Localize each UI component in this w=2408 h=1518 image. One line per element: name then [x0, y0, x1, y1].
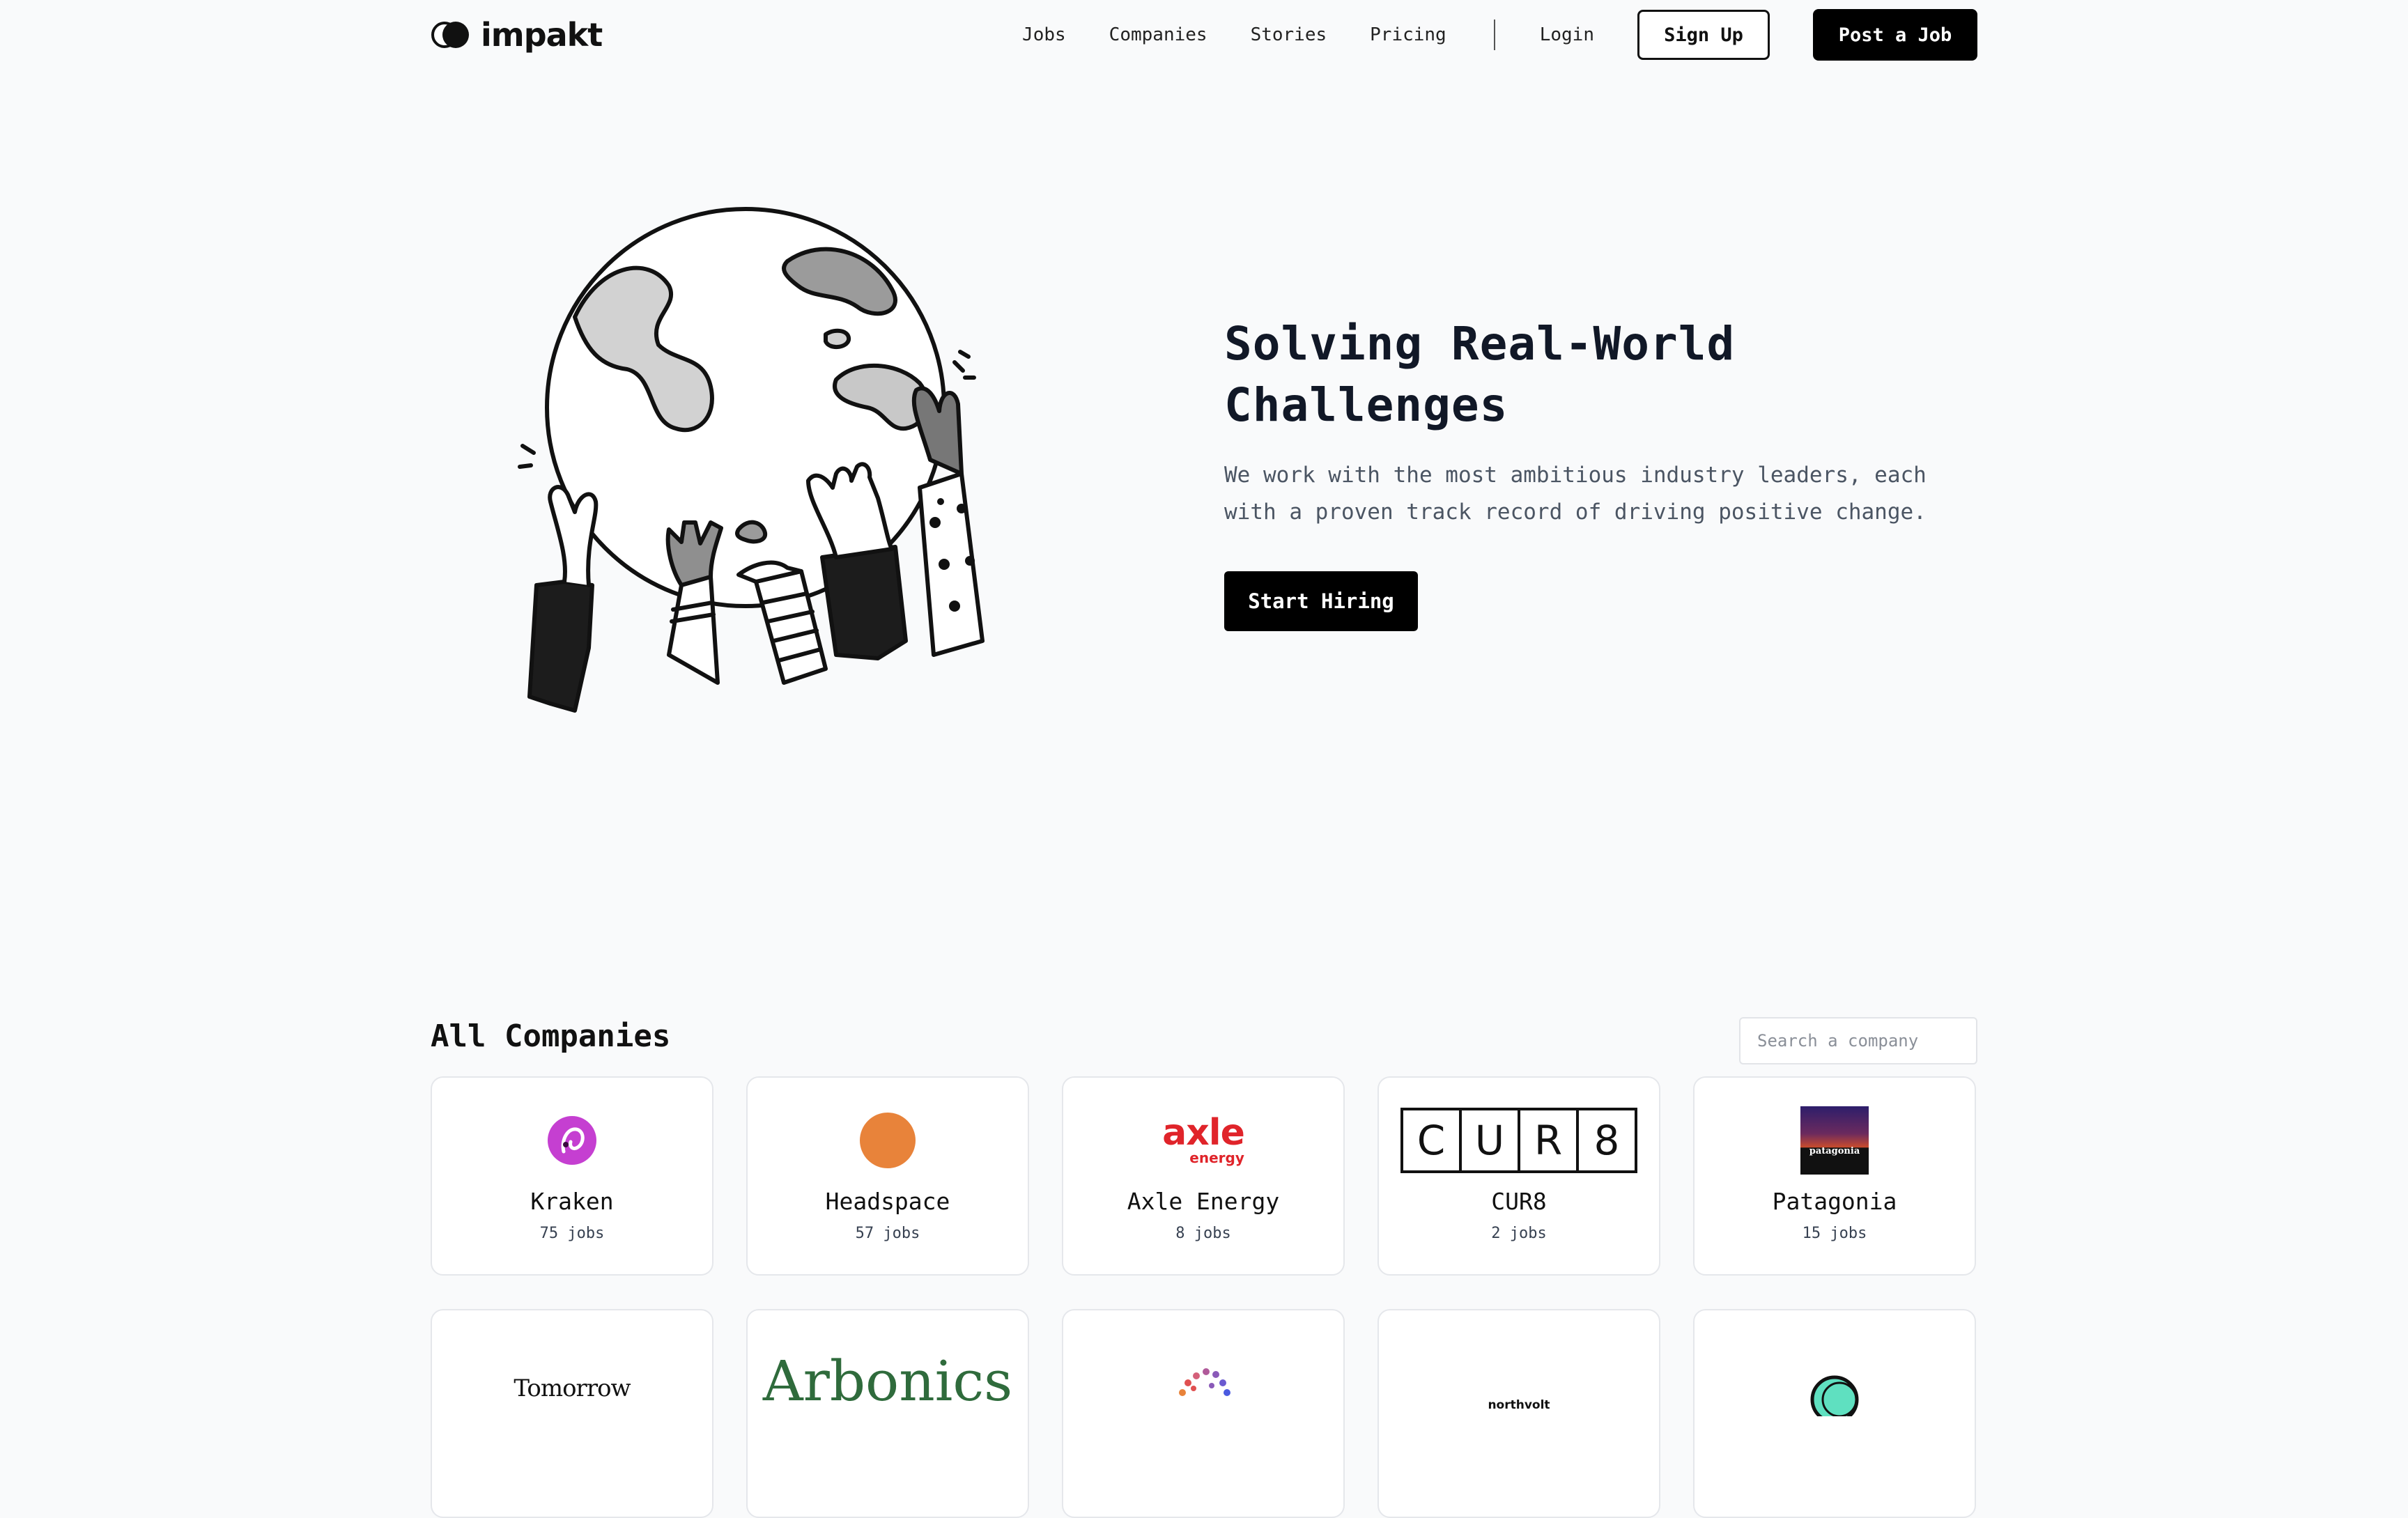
company-job-count: 15 jobs — [1802, 1225, 1867, 1242]
northvolt-logo: northvolt — [1488, 1340, 1550, 1412]
nav-jobs[interactable]: Jobs — [1022, 24, 1066, 45]
patagonia-logo-text: patagonia — [1809, 1146, 1860, 1156]
hero-section: Solving Real-World Challenges We work wi… — [1224, 313, 1949, 631]
nav-pricing[interactable]: Pricing — [1370, 24, 1446, 45]
company-name: Headspace — [825, 1188, 950, 1215]
tomorrow-logo: Tomorrow — [514, 1340, 631, 1402]
hero-globe-illustration — [518, 207, 985, 713]
company-name: Axle Energy — [1127, 1188, 1280, 1215]
company-name: CUR8 — [1491, 1188, 1547, 1215]
dots-logo — [1168, 1340, 1238, 1407]
brand-logo[interactable]: impakt — [431, 16, 603, 54]
post-job-button[interactable]: Post a Job — [1813, 9, 1977, 61]
cur8-logo: C U R 8 — [1400, 1107, 1637, 1174]
company-card-patagonia[interactable]: patagonia Patagonia 15 jobs — [1693, 1076, 1976, 1276]
patagonia-logo-badge: patagonia — [1800, 1106, 1869, 1175]
company-card-unknown-ring[interactable] — [1693, 1309, 1976, 1518]
company-name: Patagonia — [1772, 1188, 1897, 1215]
axle-logo-sub: energy — [1189, 1149, 1244, 1166]
all-companies-heading: All Companies — [431, 1019, 671, 1054]
arbonics-logo-text: Arbonics — [762, 1349, 1013, 1414]
cur8-letter: 8 — [1593, 1117, 1620, 1164]
company-name: Kraken — [530, 1188, 614, 1215]
northvolt-logo-text: northvolt — [1488, 1398, 1550, 1412]
company-job-count: 8 jobs — [1175, 1225, 1231, 1242]
brand-mark-icon — [431, 22, 469, 48]
headspace-logo — [859, 1107, 916, 1174]
cur8-letter: U — [1462, 1110, 1520, 1170]
header: impakt Jobs Companies Stories Pricing Lo… — [431, 7, 1977, 63]
cur8-logo-box: C U R 8 — [1400, 1108, 1637, 1173]
cur8-letter: R — [1520, 1110, 1579, 1170]
company-card-northvolt[interactable]: northvolt — [1377, 1309, 1660, 1518]
hero-subtitle: We work with the most ambitious industry… — [1224, 463, 1927, 525]
headspace-logo-icon — [860, 1113, 916, 1168]
arbonics-logo: Arbonics — [763, 1340, 1012, 1409]
company-search-input[interactable] — [1739, 1017, 1977, 1064]
company-card-tomorrow[interactable]: Tomorrow — [431, 1309, 713, 1518]
nav-stories[interactable]: Stories — [1251, 24, 1327, 45]
dots-logo-icon — [1179, 1368, 1230, 1396]
company-card-cur8[interactable]: C U R 8 CUR8 2 jobs — [1377, 1076, 1660, 1276]
axle-logo-main: axle — [1162, 1112, 1245, 1154]
brand-name: impakt — [481, 16, 603, 54]
page: impakt Jobs Companies Stories Pricing Lo… — [0, 0, 2408, 1518]
company-card-arbonics[interactable]: Arbonics — [746, 1309, 1029, 1518]
cur8-letter: C — [1403, 1110, 1462, 1170]
companies-grid: Kraken 75 jobs Headspace 57 jobs axle en… — [431, 1076, 1977, 1518]
axle-energy-logo: axle energy — [1162, 1107, 1245, 1174]
sign-up-button[interactable]: Sign Up — [1637, 10, 1770, 60]
company-job-count: 2 jobs — [1491, 1225, 1547, 1242]
company-job-count: 57 jobs — [855, 1225, 920, 1242]
login-link[interactable]: Login — [1540, 24, 1594, 45]
patagonia-logo: patagonia — [1800, 1106, 1869, 1175]
hero-title: Solving Real-World Challenges — [1224, 317, 1736, 432]
nav-companies[interactable]: Companies — [1109, 24, 1207, 45]
start-hiring-button[interactable]: Start Hiring — [1224, 571, 1418, 631]
company-card-kraken[interactable]: Kraken 75 jobs — [431, 1076, 713, 1276]
kraken-logo — [547, 1107, 597, 1174]
company-card-headspace[interactable]: Headspace 57 jobs — [746, 1076, 1029, 1276]
company-card-axle-energy[interactable]: axle energy Axle Energy 8 jobs — [1062, 1076, 1345, 1276]
company-card-unknown-dots[interactable] — [1062, 1309, 1345, 1518]
ring-logo — [1803, 1340, 1866, 1416]
ring-logo-icon — [1810, 1375, 1859, 1416]
nav-divider — [1493, 20, 1495, 50]
kraken-logo-icon — [548, 1116, 596, 1165]
main-nav: Jobs Companies Stories Pricing Login Sig… — [1022, 9, 1977, 61]
tomorrow-logo-text: Tomorrow — [514, 1374, 631, 1402]
company-job-count: 75 jobs — [539, 1225, 605, 1242]
